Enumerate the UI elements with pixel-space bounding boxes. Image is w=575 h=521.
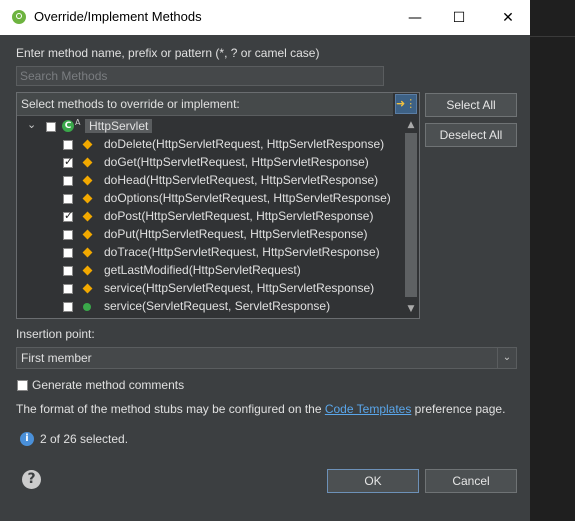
editor-background-right [530, 0, 575, 521]
code-templates-link[interactable]: Code Templates [325, 402, 412, 416]
class-icon: C [62, 120, 74, 132]
selection-status: 2 of 26 selected. [40, 432, 129, 446]
method-label: service(ServletRequest, ServletResponse) [104, 299, 331, 313]
protected-method-icon [82, 139, 93, 150]
protected-method-icon [82, 157, 93, 168]
generate-comments-checkbox[interactable] [17, 380, 28, 391]
method-label: doOptions(HttpServletRequest, HttpServle… [104, 191, 391, 205]
select-all-button[interactable]: Select All [425, 93, 517, 117]
window-title: Override/Implement Methods [34, 9, 202, 24]
protected-method-icon [82, 229, 93, 240]
insertion-label: Insertion point: [16, 327, 95, 341]
format-note-text-end: preference page. [411, 402, 506, 416]
method-checkbox[interactable] [63, 266, 73, 276]
cancel-button[interactable]: Cancel [425, 469, 517, 493]
filter-label: Enter method name, prefix or pattern (*,… [16, 46, 320, 60]
editor-divider [530, 36, 575, 37]
title-bar: Override/Implement Methods — ☐ ✕ [0, 0, 530, 35]
method-row[interactable]: getLastModified(HttpServletRequest) [17, 262, 387, 280]
minimize-icon: — [408, 9, 422, 26]
tree-root-row[interactable]: ⌄ C A HttpServlet [17, 118, 387, 136]
chevron-down-icon[interactable]: ⌄ [27, 118, 36, 131]
tree-header: Select methods to override or implement: [17, 93, 393, 116]
chevron-down-icon[interactable]: ⌄ [497, 348, 516, 368]
method-row[interactable]: doDelete(HttpServletRequest, HttpServlet… [17, 136, 387, 154]
close-button[interactable]: ✕ [486, 0, 530, 35]
methods-tree: Select methods to override or implement:… [16, 92, 420, 319]
protected-method-icon [82, 175, 93, 186]
method-label: doGet(HttpServletRequest, HttpServletRes… [104, 155, 369, 169]
method-checkbox[interactable] [63, 155, 73, 168]
scroll-up-icon[interactable]: ▲ [403, 117, 419, 133]
expand-all-button[interactable]: ➜⋮ [395, 94, 417, 114]
minimize-button[interactable]: — [393, 0, 437, 35]
method-checkbox[interactable] [63, 284, 73, 294]
method-row[interactable]: doTrace(HttpServletRequest, HttpServletR… [17, 244, 387, 262]
deselect-all-button[interactable]: Deselect All [425, 123, 517, 147]
method-label: doDelete(HttpServletRequest, HttpServlet… [104, 137, 385, 151]
format-note-text: The format of the method stubs may be co… [16, 402, 325, 416]
override-implement-dialog: Override/Implement Methods — ☐ ✕ Enter m… [0, 0, 530, 521]
abstract-badge-icon: A [75, 118, 81, 127]
help-icon[interactable]: ? [22, 470, 41, 489]
method-checkbox[interactable] [63, 194, 73, 204]
protected-method-icon [82, 265, 93, 276]
tree-header-label: Select methods to override or implement: [21, 97, 240, 111]
ok-button[interactable]: OK [327, 469, 419, 493]
method-row[interactable]: doGet(HttpServletRequest, HttpServletRes… [17, 154, 387, 172]
method-label: doTrace(HttpServletRequest, HttpServletR… [104, 245, 380, 259]
method-checkbox[interactable] [63, 302, 73, 312]
method-checkbox[interactable] [63, 176, 73, 186]
insertion-point-value: First member [21, 351, 92, 365]
method-checkbox[interactable] [63, 209, 73, 222]
format-note: The format of the method stubs may be co… [16, 402, 505, 416]
generate-comments-label[interactable]: Generate method comments [32, 378, 184, 392]
public-method-icon [83, 303, 91, 311]
method-row[interactable]: doHead(HttpServletRequest, HttpServletRe… [17, 172, 387, 190]
spring-app-icon [12, 10, 26, 24]
maximize-icon: ☐ [452, 9, 466, 26]
close-icon: ✕ [502, 9, 514, 26]
info-icon: i [20, 432, 34, 446]
scroll-down-icon[interactable]: ▼ [403, 301, 419, 317]
protected-method-icon [82, 211, 93, 222]
method-row[interactable]: doPut(HttpServletRequest, HttpServletRes… [17, 226, 387, 244]
method-label: doHead(HttpServletRequest, HttpServletRe… [104, 173, 379, 187]
search-input[interactable]: Search Methods [16, 66, 384, 86]
scroll-thumb[interactable] [405, 133, 417, 297]
method-checkbox[interactable] [63, 248, 73, 258]
root-checkbox[interactable] [46, 122, 56, 132]
method-label: doPut(HttpServletRequest, HttpServletRes… [104, 227, 368, 241]
method-label: service(HttpServletRequest, HttpServletR… [104, 281, 375, 295]
method-label: doPost(HttpServletRequest, HttpServletRe… [104, 209, 374, 223]
maximize-button[interactable]: ☐ [437, 0, 481, 35]
method-row[interactable]: doOptions(HttpServletRequest, HttpServle… [17, 190, 391, 208]
protected-method-icon [82, 193, 93, 204]
insertion-point-select[interactable]: First member ⌄ [16, 347, 517, 369]
method-row[interactable]: service(ServletRequest, ServletResponse) [17, 298, 387, 316]
protected-method-icon [82, 247, 93, 258]
protected-method-icon [82, 283, 93, 294]
method-row[interactable]: doPost(HttpServletRequest, HttpServletRe… [17, 208, 387, 226]
method-row[interactable]: service(HttpServletRequest, HttpServletR… [17, 280, 387, 298]
root-label: HttpServlet [85, 119, 153, 133]
method-checkbox[interactable] [63, 230, 73, 240]
expand-all-icon: ➜⋮ [396, 97, 417, 110]
method-label: getLastModified(HttpServletRequest) [104, 263, 301, 277]
method-checkbox[interactable] [63, 140, 73, 150]
